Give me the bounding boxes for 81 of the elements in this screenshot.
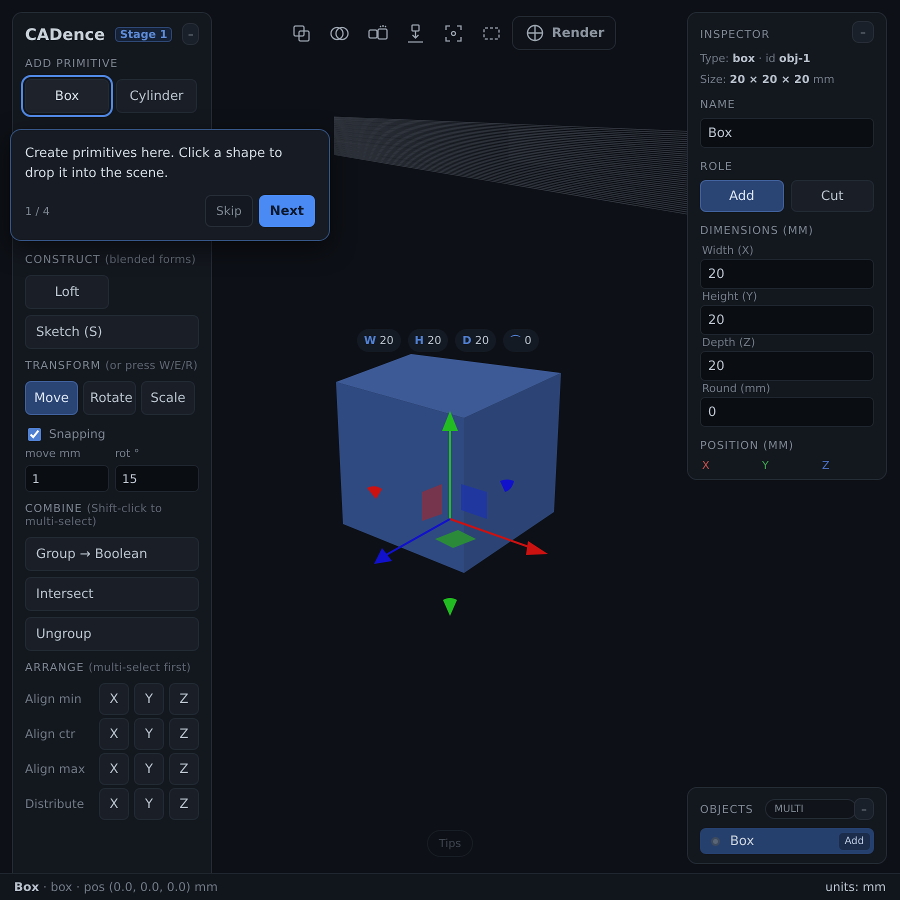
tour-text: Create primitives here. Click a shape to drop it into the scene. xyxy=(25,145,284,183)
dimension-chip[interactable]: ⌒ 0 xyxy=(503,329,538,352)
status-text: Box · box · pos (0.0, 0.0, 0.0) mm xyxy=(14,880,218,894)
collapse-button[interactable]: – xyxy=(852,21,874,43)
axis-button[interactable]: X xyxy=(99,718,129,750)
input-field[interactable]: 0 xyxy=(700,397,874,427)
input-field[interactable]: 20 xyxy=(700,259,874,289)
role-button[interactable]: Add xyxy=(700,180,784,212)
arrange-label: Align ctr xyxy=(25,727,76,741)
panel-title: INSPECTOR xyxy=(700,28,770,41)
axis-button[interactable]: X xyxy=(99,683,129,715)
units-text: units: mm xyxy=(825,880,886,894)
axis-button[interactable]: Z xyxy=(169,718,199,750)
axis-label: Y xyxy=(762,459,770,472)
axis-button[interactable]: Z xyxy=(169,753,199,785)
render-button[interactable]: Render xyxy=(512,16,616,50)
input-field[interactable]: 20 xyxy=(700,351,874,381)
name-field[interactable]: Box xyxy=(700,118,874,148)
axis-label: Z xyxy=(822,459,830,472)
collapse-button[interactable]: – xyxy=(854,798,874,820)
snapping-checkbox[interactable] xyxy=(28,428,41,440)
arrange-label: Align max xyxy=(25,762,86,776)
section-heading: POSITION (MM) xyxy=(700,439,795,452)
transform-mode-button[interactable]: Rotate xyxy=(83,381,136,415)
visibility-dot-icon[interactable] xyxy=(711,836,720,846)
size-info: Size: 20 × 20 × 20 mm xyxy=(700,73,836,86)
stage-badge: Stage 1 xyxy=(114,26,172,42)
dimension-chip[interactable]: H 20 xyxy=(408,329,448,352)
snapping-label: Snapping xyxy=(49,427,106,441)
step-counter: 1 / 4 xyxy=(25,204,50,218)
field-label: Height (Y) xyxy=(702,290,758,303)
axis-button[interactable]: Y xyxy=(134,788,164,820)
section-heading: TRANSFORM (or press W/E/R) xyxy=(25,359,199,372)
arrange-label: Align min xyxy=(25,692,83,706)
axis-button[interactable]: Y xyxy=(134,683,164,715)
crosshair-icon xyxy=(526,24,544,42)
panel-title: OBJECTS xyxy=(700,802,754,816)
field-label: Depth (Z) xyxy=(702,336,756,349)
focus-frame-icon[interactable] xyxy=(443,22,464,44)
combine-button[interactable]: Intersect xyxy=(25,577,199,611)
collapse-button[interactable]: – xyxy=(182,23,199,45)
dimension-chip[interactable]: D 20 xyxy=(455,329,496,352)
section-heading: COMBINE (Shift-click to multi-select) xyxy=(25,502,164,528)
role-button[interactable]: Cut xyxy=(790,180,874,212)
overlapping-squares-icon[interactable] xyxy=(291,22,312,44)
combine-button[interactable]: Group → Boolean xyxy=(25,537,199,571)
axis-button[interactable]: X xyxy=(99,788,129,820)
arrange-label: Distribute xyxy=(25,797,86,811)
input-field[interactable]: 15 xyxy=(115,465,199,492)
axis-button[interactable]: Y xyxy=(134,753,164,785)
object-row[interactable]: Box Add xyxy=(700,828,874,854)
type-info: Type: box · id obj-1 xyxy=(700,52,812,65)
primitive-button[interactable]: Cylinder xyxy=(116,79,197,113)
section-heading: NAME xyxy=(700,98,736,111)
role-tag: Add xyxy=(838,832,870,850)
field-label: Width (X) xyxy=(702,244,755,257)
app-title: CADence xyxy=(25,24,105,44)
transform-mode-button[interactable]: Scale xyxy=(141,381,195,415)
skip-button[interactable]: Skip xyxy=(205,195,253,227)
dimension-chip[interactable]: W 20 xyxy=(357,329,401,352)
transform-mode-button[interactable]: Move xyxy=(25,381,78,415)
axis-button[interactable]: X xyxy=(99,753,129,785)
construct-button[interactable]: Loft xyxy=(25,275,109,309)
axis-button[interactable]: Z xyxy=(169,788,199,820)
field-label: move mm xyxy=(25,447,82,460)
next-button[interactable]: Next xyxy=(258,195,315,227)
section-heading: CONSTRUCT (blended forms) xyxy=(25,253,197,266)
axis-label: X xyxy=(702,459,710,472)
construct-button[interactable]: Sketch (S) xyxy=(25,315,199,349)
field-label: Round (mm) xyxy=(702,382,772,395)
field-label: rot ° xyxy=(115,447,140,460)
input-field[interactable]: 20 xyxy=(700,305,874,335)
combine-button[interactable]: Ungroup xyxy=(25,617,199,651)
section-heading: DIMENSIONS (MM) xyxy=(700,224,815,237)
section-heading: ARRANGE (multi-select first) xyxy=(25,661,192,674)
axis-button[interactable]: Z xyxy=(169,683,199,715)
object-name: Box xyxy=(730,834,756,848)
section-heading: ADD PRIMITIVE xyxy=(25,57,120,70)
input-field[interactable]: 1 xyxy=(25,465,109,492)
section-heading: ROLE xyxy=(700,160,734,173)
axis-button[interactable]: Y xyxy=(134,718,164,750)
